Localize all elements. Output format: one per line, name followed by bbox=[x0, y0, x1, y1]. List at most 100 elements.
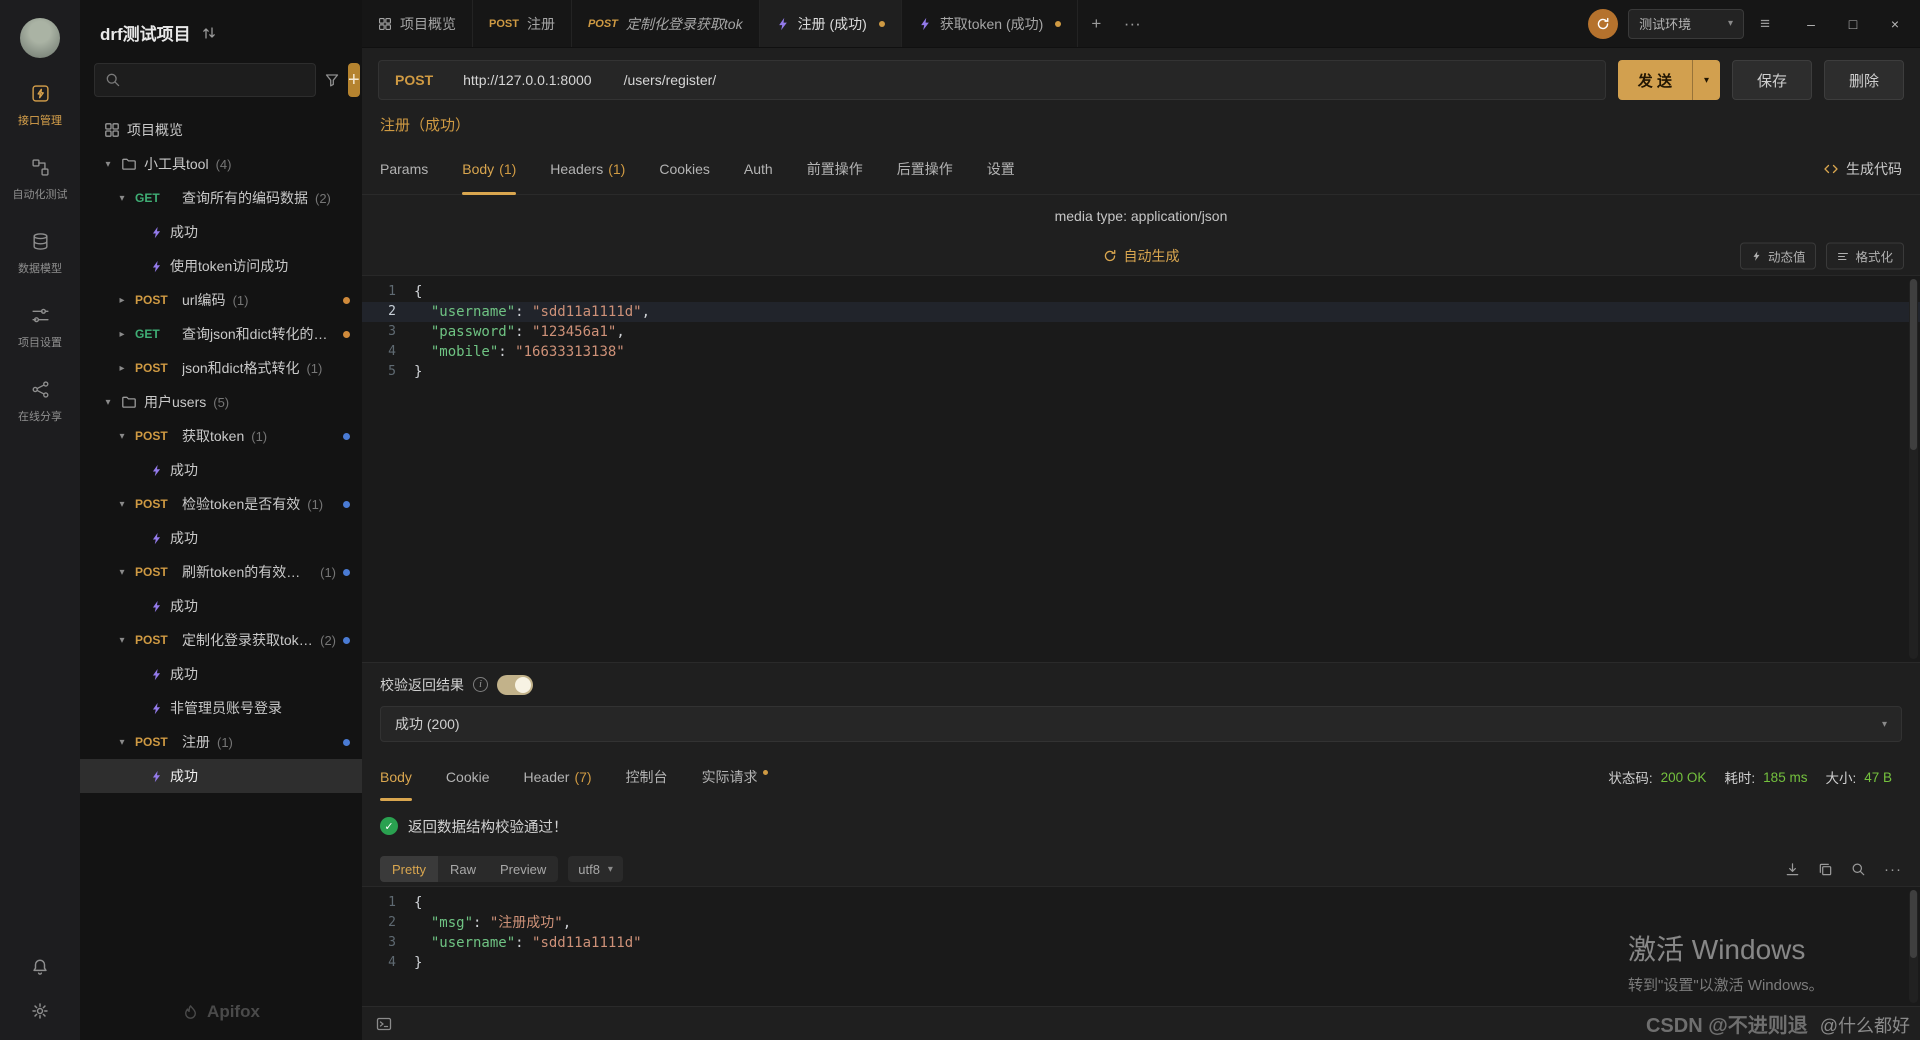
tree-arrow-icon[interactable]: ▾ bbox=[116, 431, 128, 442]
copy-icon[interactable] bbox=[1818, 862, 1833, 877]
tree-case[interactable]: 成功 bbox=[80, 215, 362, 249]
response-tab-4[interactable]: 实际请求 bbox=[702, 754, 768, 800]
tab-overflow-button[interactable]: ··· bbox=[1114, 0, 1150, 47]
response-tab-3[interactable]: 控制台 bbox=[626, 754, 668, 800]
validate-toggle[interactable] bbox=[497, 674, 533, 695]
send-button[interactable]: 发 送 ▾ bbox=[1617, 60, 1720, 100]
document-tab-1[interactable]: POST 注册 bbox=[473, 0, 572, 47]
auto-generate-button[interactable]: 自动生成 bbox=[1103, 246, 1180, 266]
grid-icon bbox=[378, 17, 392, 31]
download-icon[interactable] bbox=[1785, 862, 1800, 877]
sync-button[interactable] bbox=[1588, 8, 1619, 39]
console-icon[interactable] bbox=[376, 1016, 392, 1032]
filter-icon[interactable] bbox=[324, 65, 340, 95]
rail-item-share[interactable]: 在线分享 bbox=[13, 380, 68, 424]
request-body-editor[interactable]: 1{2 "username": "sdd11a1111d", 3 "passwor… bbox=[362, 275, 1920, 662]
request-tab-label: Auth bbox=[743, 160, 773, 177]
request-tab-6[interactable]: 后置操作 bbox=[897, 143, 953, 194]
request-tab-0[interactable]: Params bbox=[380, 143, 428, 194]
tree-arrow-icon[interactable]: ▾ bbox=[116, 567, 128, 578]
request-tab-2[interactable]: Headers (1) bbox=[550, 143, 625, 194]
api-manage-icon bbox=[31, 84, 50, 103]
scrollbar[interactable] bbox=[1909, 890, 1918, 1003]
request-tab-5[interactable]: 前置操作 bbox=[807, 143, 863, 194]
tree-overview[interactable]: 项目概览 bbox=[80, 113, 362, 147]
tree-request[interactable]: ▾ POST 注册 (1) bbox=[80, 725, 362, 759]
request-tab-7[interactable]: 设置 bbox=[987, 143, 1015, 194]
user-avatar[interactable] bbox=[20, 18, 60, 58]
tree-request[interactable]: ▸ POST url编码 (1) bbox=[80, 283, 362, 317]
add-button[interactable]: + bbox=[348, 63, 360, 97]
environment-select[interactable]: 测试环境 ▾ bbox=[1628, 8, 1745, 39]
tree-case[interactable]: 使用token访问成功 bbox=[80, 249, 362, 283]
dynamic-value-button[interactable]: 动态值 bbox=[1739, 242, 1817, 270]
expected-case-select[interactable]: 成功 (200) ▾ bbox=[380, 706, 1902, 742]
tree-folder[interactable]: ▾ 小工具tool (4) bbox=[80, 147, 362, 181]
response-tab-1[interactable]: Cookie bbox=[446, 754, 490, 800]
tree-request[interactable]: ▸ GET 查询json和dict转化的全部... bbox=[80, 317, 362, 351]
search-icon[interactable] bbox=[1851, 862, 1866, 877]
generate-code-button[interactable]: 生成代码 bbox=[1823, 159, 1902, 179]
minimize-button[interactable]: – bbox=[1790, 0, 1832, 48]
switch-project-icon[interactable] bbox=[201, 25, 217, 41]
gear-icon[interactable] bbox=[31, 1002, 49, 1020]
response-tab-2[interactable]: Header (7) bbox=[524, 754, 592, 800]
new-tab-button[interactable]: + bbox=[1078, 0, 1114, 47]
method-badge: POST bbox=[135, 361, 168, 375]
view-preview[interactable]: Preview bbox=[488, 856, 558, 882]
tree-arrow-icon[interactable]: ▾ bbox=[102, 159, 114, 170]
response-body-editor[interactable]: 1{2 "msg": "注册成功", 3 "username": "sdd11a1… bbox=[362, 886, 1920, 1006]
tree-arrow-icon[interactable]: ▸ bbox=[116, 329, 128, 340]
encoding-select[interactable]: utf8 ▾ bbox=[568, 856, 623, 882]
tree-folder[interactable]: ▾ 用户users (5) bbox=[80, 385, 362, 419]
tree-request[interactable]: ▾ POST 检验token是否有效 (1) bbox=[80, 487, 362, 521]
rail-item-model[interactable]: 数据模型 bbox=[13, 232, 68, 276]
document-tab-2[interactable]: POST 定制化登录获取tok bbox=[572, 0, 760, 47]
activity-rail: 接口管理自动化测试数据模型项目设置在线分享 bbox=[0, 0, 80, 1040]
delete-button[interactable]: 删除 bbox=[1823, 60, 1904, 100]
tree-arrow-icon[interactable]: ▾ bbox=[116, 193, 128, 204]
tree-case[interactable]: 成功 bbox=[80, 453, 362, 487]
tree-arrow-icon[interactable]: ▸ bbox=[116, 363, 128, 374]
view-pretty[interactable]: Pretty bbox=[380, 856, 438, 882]
tree-request[interactable]: ▾ POST 获取token (1) bbox=[80, 419, 362, 453]
tree-request[interactable]: ▾ POST 定制化登录获取token (2) bbox=[80, 623, 362, 657]
tree-request[interactable]: ▾ POST 刷新token的有效时间 (1) bbox=[80, 555, 362, 589]
tree-arrow-icon[interactable]: ▾ bbox=[102, 397, 114, 408]
tree-arrow-icon[interactable]: ▾ bbox=[116, 635, 128, 646]
tree-case[interactable]: 成功 bbox=[80, 521, 362, 555]
close-button[interactable]: × bbox=[1874, 0, 1916, 48]
response-tab-0[interactable]: Body bbox=[380, 754, 412, 801]
document-tab-4[interactable]: 获取token (成功) bbox=[902, 0, 1079, 47]
send-options-caret[interactable]: ▾ bbox=[1691, 60, 1720, 100]
tree-request[interactable]: ▸ POST json和dict格式转化 (1) bbox=[80, 351, 362, 385]
search-input[interactable] bbox=[129, 72, 305, 88]
tree-request[interactable]: ▾ GET 查询所有的编码数据 (2) bbox=[80, 181, 362, 215]
request-tab-4[interactable]: Auth bbox=[744, 143, 773, 194]
line-number: 5 bbox=[388, 364, 396, 379]
format-button[interactable]: 格式化 bbox=[1826, 242, 1904, 270]
tree-arrow-icon[interactable]: ▸ bbox=[116, 295, 128, 306]
document-tab-0[interactable]: 项目概览 bbox=[362, 0, 473, 47]
main-menu-button[interactable]: ≡ bbox=[1754, 14, 1776, 34]
tree-case[interactable]: 成功 bbox=[80, 657, 362, 691]
tree-case[interactable]: 非管理员账号登录 bbox=[80, 691, 362, 725]
url-input[interactable]: POST http://127.0.0.1:8000 /users/regist… bbox=[378, 60, 1606, 100]
view-raw[interactable]: Raw bbox=[438, 856, 488, 882]
tree-arrow-icon[interactable]: ▾ bbox=[116, 737, 128, 748]
rail-item-api[interactable]: 接口管理 bbox=[13, 84, 68, 128]
tree-arrow-icon[interactable]: ▾ bbox=[116, 499, 128, 510]
request-tab-3[interactable]: Cookies bbox=[659, 143, 710, 194]
tree-case[interactable]: 成功 bbox=[80, 759, 362, 793]
rail-item-proj[interactable]: 项目设置 bbox=[13, 306, 68, 350]
tree-case[interactable]: 成功 bbox=[80, 589, 362, 623]
rail-item-auto[interactable]: 自动化测试 bbox=[13, 158, 68, 202]
scrollbar[interactable] bbox=[1909, 279, 1918, 659]
search-box[interactable] bbox=[94, 63, 316, 97]
maximize-button[interactable]: □ bbox=[1832, 0, 1874, 48]
bell-icon[interactable] bbox=[31, 958, 49, 976]
save-button[interactable]: 保存 bbox=[1731, 60, 1812, 100]
more-icon[interactable]: ··· bbox=[1884, 861, 1902, 878]
document-tab-3[interactable]: 注册 (成功) bbox=[759, 0, 902, 47]
request-tab-1[interactable]: Body (1) bbox=[462, 143, 517, 195]
